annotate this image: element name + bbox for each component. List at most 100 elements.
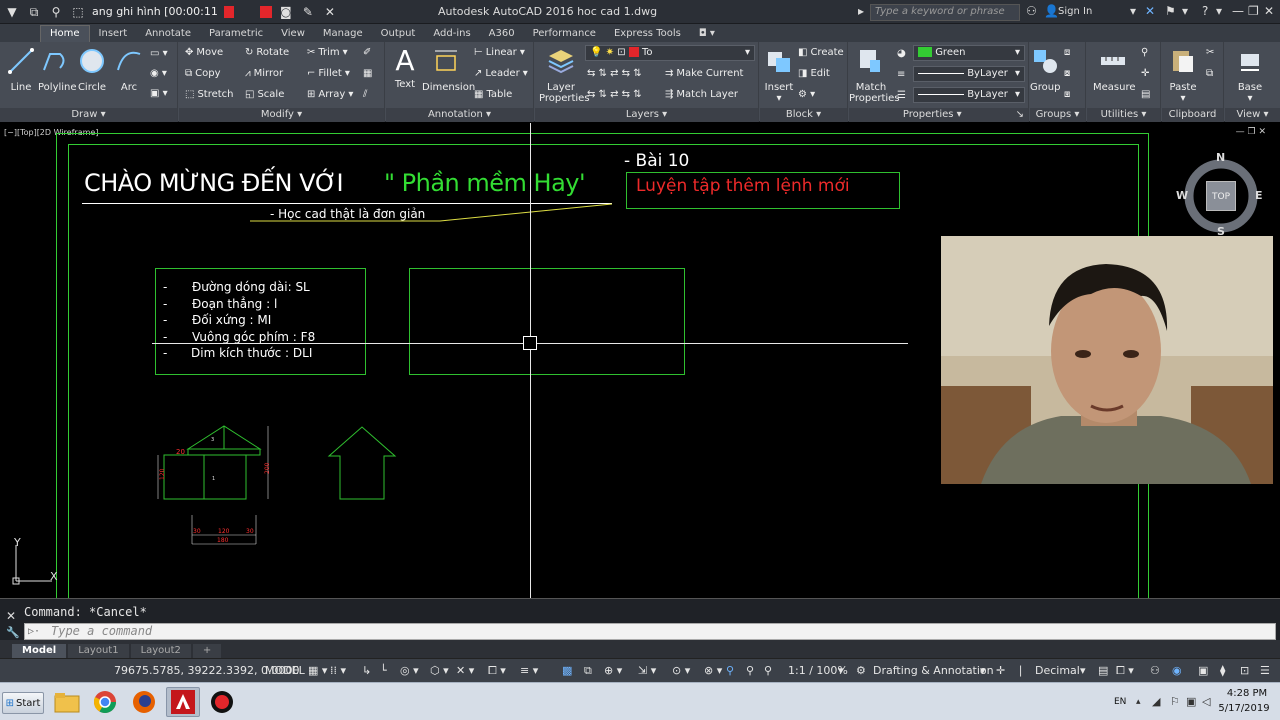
tab-model[interactable]: Model [12, 644, 67, 658]
trim-button[interactable]: ✂ Trim ▾ [307, 47, 348, 58]
line-button[interactable]: Line [6, 46, 36, 93]
compass-west[interactable]: W [1176, 189, 1188, 202]
command-input[interactable]: ▷· Type a command [24, 623, 1276, 640]
customization-icon[interactable]: ☰ [1260, 664, 1270, 677]
add-layout-icon[interactable]: + [192, 644, 222, 658]
linetype-combo[interactable]: ByLayer ▾ [913, 66, 1025, 82]
tray-volume-icon[interactable]: ◁ [1202, 695, 1210, 708]
viewport-window-controls[interactable]: — ❐ ✕ [1236, 127, 1266, 137]
make-current-button[interactable]: ⇉ Make Current [665, 68, 743, 79]
block-attributes-icon[interactable]: ⚙ ▾ [798, 89, 815, 100]
leader-button[interactable]: ↗ Leader ▾ [474, 68, 528, 79]
group-button[interactable]: Group [1030, 46, 1060, 93]
restore-icon[interactable]: ❐ [1248, 4, 1259, 18]
dropdown-icon-2[interactable]: ▾ [1182, 4, 1188, 18]
tray-network-icon[interactable]: ◢ [1152, 695, 1160, 708]
dynamic-ucs-icon[interactable]: ⇲ ▾ [638, 664, 656, 677]
ribbon-options-icon[interactable]: ◘ ▾ [690, 26, 724, 42]
explode-icon[interactable]: ▦ [363, 68, 372, 79]
dropdown-icon-3[interactable]: ▾ [1216, 4, 1222, 18]
layer-tools-row-1[interactable]: ⇆ ⇅ ⇄ ⇆ ⇅ [587, 68, 642, 79]
snap-icon[interactable]: ⁞⁞ ▾ [330, 664, 346, 677]
compass-north[interactable]: N [1216, 151, 1225, 164]
annotation-group-title[interactable]: Annotation ▾ [386, 108, 533, 122]
hatch-icon[interactable]: ◉ ▾ [150, 68, 167, 79]
tab-express-tools[interactable]: Express Tools [605, 26, 690, 42]
view-group-title[interactable]: View ▾ [1225, 108, 1280, 122]
viewcube[interactable]: TOP N S E W [1176, 151, 1264, 239]
linear-button[interactable]: ⊢ Linear ▾ [474, 47, 525, 58]
recorder-icon[interactable]: ⬚ [70, 4, 86, 20]
isolate-objects-icon[interactable]: ⚇ [1150, 664, 1160, 677]
cut-icon[interactable]: ✂ [1206, 47, 1214, 58]
layer-tools-row-2[interactable]: ⇆ ⇅ ⇄ ⇆ ⇅ [587, 89, 642, 100]
exchange-icon[interactable]: ✕ [1145, 4, 1155, 18]
model-space-button[interactable]: MODEL [265, 664, 305, 677]
layers-group-title[interactable]: Layers ▾ [535, 108, 758, 122]
close-recorder-icon[interactable]: ✕ [322, 4, 338, 20]
minimize-icon[interactable]: — [1232, 4, 1244, 18]
paste-button[interactable]: Paste ▾ [1166, 46, 1200, 104]
firefox-icon[interactable] [127, 687, 161, 717]
rectangle-icon[interactable]: ▭ ▾ [150, 48, 168, 59]
clock-date[interactable]: 5/17/2019 [1214, 703, 1274, 714]
tab-layout2[interactable]: Layout2 [130, 644, 191, 658]
isodraft-icon[interactable]: ⬡ ▾ [430, 664, 449, 677]
command-prompt-icon[interactable]: ▷· [28, 624, 40, 639]
workspace-gear-icon[interactable]: ⚙ [856, 664, 866, 677]
scale-button[interactable]: ◱ Scale [245, 89, 284, 100]
window-icon[interactable]: ⧉ [26, 4, 42, 20]
workspace-switch[interactable]: Drafting & Annotation [873, 664, 994, 677]
tab-annotate[interactable]: Annotate [136, 26, 200, 42]
transparency-icon[interactable]: ▩ [562, 664, 572, 677]
binoculars-icon[interactable]: ⚇ [1026, 4, 1037, 18]
infer-constraints-icon[interactable]: ↳ [362, 664, 371, 677]
scale-dropdown-icon[interactable]: ▾ [838, 664, 844, 677]
3d-osnap-icon[interactable]: ⊕ ▾ [604, 664, 622, 677]
ungroup-icon[interactable]: ⧈ [1064, 47, 1070, 58]
hardware-accel-icon[interactable]: ◉ [1172, 664, 1182, 677]
arc-button[interactable]: Arc [114, 46, 144, 93]
utilities-group-title[interactable]: Utilities ▾ [1087, 108, 1160, 122]
tab-insert[interactable]: Insert [90, 26, 137, 42]
clean-screen-icon[interactable]: ▣ [1198, 664, 1208, 677]
move-button[interactable]: ✥ Move [185, 47, 223, 58]
close-icon[interactable]: ✕ [1264, 4, 1274, 18]
grid-icon[interactable]: ▦ ▾ [308, 664, 327, 677]
tab-add-ins[interactable]: Add-ins [424, 26, 479, 42]
dropdown-icon[interactable]: ▾ [1130, 4, 1136, 18]
units-combo[interactable]: Decimal [1035, 664, 1080, 677]
region-icon[interactable]: ▣ ▾ [150, 88, 168, 99]
menu-arrow-icon[interactable]: ▼ [4, 4, 20, 20]
autocad-taskbar-icon[interactable] [166, 687, 200, 717]
layer-combo[interactable]: 💡 ✷ ⊡ To ▾ [585, 45, 755, 61]
viewcube-top-face[interactable]: TOP [1206, 181, 1236, 211]
object-snap-tracking-icon[interactable]: ✕ ▾ [456, 664, 474, 677]
block-group-title[interactable]: Block ▾ [760, 108, 847, 122]
tab-parametric[interactable]: Parametric [200, 26, 272, 42]
rotate-button[interactable]: ↻ Rotate [245, 47, 289, 58]
copy-button[interactable]: ⧉ Copy [185, 68, 221, 79]
table-button[interactable]: ▦ Table [474, 89, 512, 100]
tab-a360[interactable]: A360 [480, 26, 524, 42]
pause-recording-icon[interactable] [223, 5, 234, 18]
modify-group-title[interactable]: Modify ▾ [179, 108, 384, 122]
tray-action-icon[interactable]: ⚐ [1170, 695, 1180, 708]
annotation-monitor-icon[interactable]: ✛ [996, 664, 1005, 677]
language-indicator[interactable]: EN [1114, 697, 1126, 707]
fillet-button[interactable]: ⌐ Fillet ▾ [307, 68, 350, 79]
start-button[interactable]: ⊞ Start [2, 692, 44, 714]
quick-select-icon[interactable]: ⚲ [1141, 47, 1148, 58]
gizmo-icon[interactable]: ⊗ ▾ [704, 664, 722, 677]
mirror-button[interactable]: ⩘ Mirror [245, 68, 283, 79]
base-button[interactable]: Base ▾ [1233, 46, 1267, 104]
tab-view[interactable]: View [272, 26, 314, 42]
dimension-button[interactable]: Dimension [422, 46, 475, 93]
tab-manage[interactable]: Manage [314, 26, 372, 42]
stop-recording-icon[interactable] [259, 5, 272, 18]
sign-in-link[interactable]: Sign In [1058, 6, 1092, 17]
text-button[interactable]: A Text [390, 46, 420, 91]
groups-group-title[interactable]: Groups ▾ [1030, 108, 1085, 122]
stretch-button[interactable]: ⬚ Stretch [185, 89, 234, 100]
measure-button[interactable]: Measure [1093, 46, 1136, 93]
